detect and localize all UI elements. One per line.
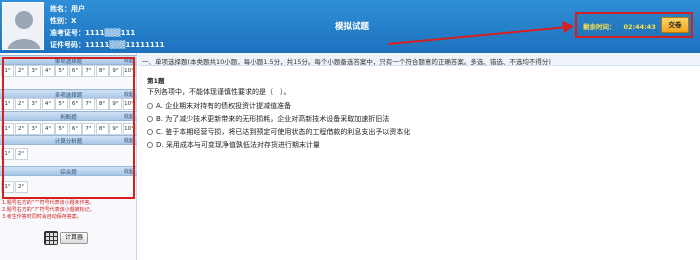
option-b-label[interactable]: B. 为了减少技术更新带来的无形损耗，企业对高新技术设备采取加速折旧法 [156,115,389,123]
candidate-info: 姓名：用户 性别：X 准考证号：1111▒▒▒111 证件号码：11111▒▒▒… [50,3,164,51]
question-content: 第1题 下列各项中，不能体现谨慎性要求的是（ ）。 A. 企业期末对持有的债权投… [147,75,410,149]
question-navigator: 单项选择题 收起 1° 2° 3° 4° 5° 6° 7° 8° 9° 10° 多项选择题 收起 1° 2° 3… [0,53,137,260]
radio-icon[interactable] [147,129,153,135]
radio-icon[interactable] [147,116,153,122]
question-stem: 下列各项中，不能体现谨慎性要求的是（ ）。 [147,88,291,96]
option-d-label[interactable]: D. 采用成本与可变现净值孰低法对存货进行期末计量 [156,141,320,149]
avatar-silhouette-icon [3,3,43,49]
note-marked: 2.题号右方的“?”符号代表该小题被标记。 [2,207,95,213]
timer-label: 剩余时间： [583,23,616,31]
calculator[interactable]: 计算器 [44,231,88,245]
question-panel: 一、单项选择题(本类题共10小题，每小题1.5分，共15分。每个小题备选答案中，… [138,53,700,260]
exam-title: 模拟试题 [335,22,370,32]
option-a-label[interactable]: A. 企业期末对持有的债权投资计提减值准备 [156,102,291,110]
avatar [2,2,44,50]
option-c-label[interactable]: C. 鉴于本期经营亏损，将已达到预定可使用状态的工程借款的利息支出予以资本化 [156,128,410,136]
navigator-highlight-frame [2,57,135,199]
timer: 剩余时间： 02:44:43 [583,21,656,31]
option-a[interactable]: A. 企业期末对持有的债权投资计提减值准备 [147,101,410,110]
option-d[interactable]: D. 采用成本与可变现净值孰低法对存货进行期末计量 [147,140,410,149]
candidate-gender: 性别：X [50,17,77,25]
submit-button[interactable]: 交卷 [661,17,689,33]
radio-icon[interactable] [147,103,153,109]
section-instruction: 一、单项选择题(本类题共10小题，每小题1.5分，共15分。每个小题备选答案中，… [142,58,551,66]
radio-icon[interactable] [147,142,153,148]
section-instruction-bar: 一、单项选择题(本类题共10小题，每小题1.5分，共15分。每个小题备选答案中，… [138,53,700,66]
calculator-button[interactable]: 计算器 [60,232,88,244]
option-b[interactable]: B. 为了减少技术更新带来的无形损耗，企业对高新技术设备采取加速折旧法 [147,114,410,123]
timer-panel: 剩余时间： 02:44:43 交卷 [575,12,693,38]
exam-header: 姓名：用户 性别：X 准考证号：1111▒▒▒111 证件号码：11111▒▒▒… [0,0,700,53]
legend-notes: 1.题号右方的“°”符号代表该小题未作答。 2.题号右方的“?”符号代表该小题被… [2,200,136,221]
calculator-icon[interactable] [44,231,58,245]
note-autosave: 3.考生作答时同时会自动保存答案。 [2,214,82,220]
question-number: 第1题 [147,77,165,85]
admission-number: 准考证号：1111▒▒▒111 [50,29,136,37]
note-unanswered: 1.题号右方的“°”符号代表该小题未作答。 [2,200,95,206]
id-number: 证件号码：11111▒▒▒11111111 [50,41,165,49]
timer-value: 02:44:43 [623,23,656,31]
candidate-name: 姓名：用户 [50,5,85,13]
option-c[interactable]: C. 鉴于本期经营亏损，将已达到预定可使用状态的工程借款的利息支出予以资本化 [147,127,410,136]
